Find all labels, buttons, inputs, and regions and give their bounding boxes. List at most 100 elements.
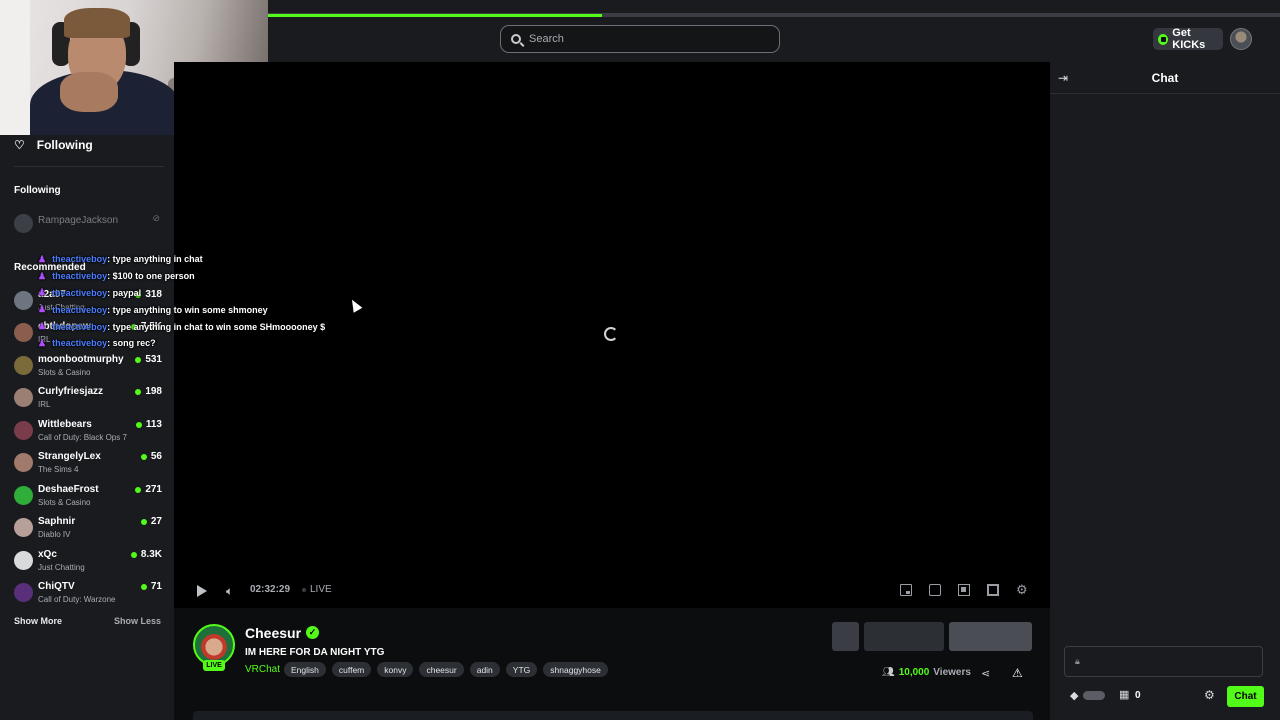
chat-username: theactiveboy bbox=[52, 254, 108, 265]
tag[interactable]: cuffem bbox=[331, 662, 372, 677]
badge-icon: ♟ bbox=[38, 270, 47, 281]
volume-icon[interactable]: 🔈︎ bbox=[226, 584, 233, 599]
avatar bbox=[14, 323, 33, 342]
fullscreen-icon[interactable] bbox=[987, 584, 999, 596]
live-badge: LIVE bbox=[203, 660, 225, 671]
get-kicks-button[interactable]: Get KICKs bbox=[1153, 27, 1223, 51]
streamer-hat bbox=[64, 8, 130, 38]
live-dot-icon bbox=[302, 587, 306, 592]
store-icon[interactable]: ▦ bbox=[1119, 688, 1129, 701]
chat-message-text: : $100 to one person bbox=[107, 271, 195, 282]
overlay-chat-message: ♟ theactiveboy: type anything to win some… bbox=[38, 301, 328, 318]
sidebar-channel[interactable]: Wittlebears Call of Duty: Black Ops 7 11… bbox=[14, 419, 162, 449]
sidebar-channel-offline[interactable]: RampageJackson ⊘ bbox=[14, 212, 162, 242]
overlay-chat-message: ♟ theactiveboy: type anything in chat bbox=[38, 251, 328, 268]
tag[interactable]: YTG bbox=[505, 662, 538, 677]
viewer-count-value: 271 bbox=[145, 484, 162, 495]
chat-message-text: : type anything to win some shmoney bbox=[107, 304, 268, 315]
emote-icon[interactable]: ◆ bbox=[1070, 689, 1078, 702]
sidebar-channel[interactable]: xQc Just Chatting 8.3K bbox=[14, 549, 162, 579]
loading-spinner-icon bbox=[604, 327, 618, 341]
store-count: 0 bbox=[1135, 690, 1141, 701]
show-more-button[interactable]: Show More bbox=[14, 616, 62, 626]
tag[interactable]: adin bbox=[469, 662, 500, 677]
viewer-count: 8.3K bbox=[130, 549, 162, 560]
avatar bbox=[14, 388, 33, 407]
following-label: Following bbox=[36, 138, 93, 152]
chat-username: theactiveboy bbox=[52, 287, 108, 298]
search-bar[interactable] bbox=[500, 25, 780, 53]
clip-icon[interactable] bbox=[929, 584, 941, 596]
lock-icon: 🔒︎ bbox=[1075, 656, 1080, 666]
streamer-name[interactable]: Cheesur bbox=[245, 625, 301, 641]
sidebar-channel[interactable]: Saphnir Diablo IV 27 bbox=[14, 516, 162, 546]
badge-icon: ♟ bbox=[38, 337, 47, 348]
live-dot-icon bbox=[135, 421, 142, 428]
viewer-count-value: 27 bbox=[150, 516, 162, 527]
share-icon[interactable]: ⋖ bbox=[981, 667, 990, 680]
following-section-label: Following bbox=[14, 185, 61, 196]
live-dot-icon bbox=[135, 486, 142, 493]
theater-icon[interactable] bbox=[958, 584, 970, 596]
viewer-stats: 👥︎ 10,000 Viewers bbox=[882, 667, 971, 678]
play-icon[interactable] bbox=[197, 585, 207, 597]
live-indicator: LIVE bbox=[302, 584, 332, 595]
chat-message-text: : paypal bbox=[107, 287, 142, 298]
sidebar-channel[interactable]: Curlyfriesjazz IRL 198 bbox=[14, 386, 162, 416]
report-icon[interactable]: ⚠︎ bbox=[1012, 666, 1023, 680]
overlay-chat-message: ♟ theactiveboy: $100 to one person bbox=[38, 268, 328, 285]
channel-category: Just Chatting bbox=[38, 563, 85, 572]
viewer-count: 71 bbox=[140, 581, 162, 592]
sidebar-divider bbox=[14, 166, 164, 167]
channel-name: StrangelyLex bbox=[38, 451, 101, 462]
show-less-button[interactable]: Show Less bbox=[114, 616, 161, 626]
channel-category: Slots & Casino bbox=[38, 368, 91, 377]
chat-input[interactable]: 🔒︎ bbox=[1064, 646, 1263, 677]
search-input[interactable] bbox=[529, 33, 759, 45]
avatar bbox=[14, 551, 33, 570]
chat-title: Chat bbox=[1151, 71, 1179, 85]
tag[interactable]: shnaggyhose bbox=[543, 662, 608, 677]
action-button[interactable] bbox=[864, 622, 944, 651]
viewer-count-value: 113 bbox=[145, 419, 162, 430]
mouse-cursor-icon bbox=[347, 297, 363, 313]
channel-name: DeshaeFrost bbox=[38, 484, 99, 495]
tag[interactable]: English bbox=[284, 662, 326, 677]
live-dot-icon bbox=[140, 453, 147, 460]
sidebar-channel[interactable]: ChiQTV Call of Duty: Warzone 71 bbox=[14, 581, 162, 611]
avatar bbox=[14, 518, 33, 537]
tag[interactable]: cheesur bbox=[419, 662, 464, 677]
verified-icon: ✓ bbox=[306, 626, 319, 639]
sidebar-following-button[interactable]: ♡ Following bbox=[14, 137, 93, 153]
gear-icon[interactable]: ⚙ bbox=[1016, 583, 1028, 596]
streamer-hand bbox=[60, 72, 118, 112]
follow-button[interactable] bbox=[949, 622, 1032, 651]
avatar bbox=[14, 453, 33, 472]
chat-send-button[interactable]: Chat bbox=[1227, 686, 1264, 707]
viewer-count: 271 bbox=[135, 484, 162, 495]
channel-category: The Sims 4 bbox=[38, 465, 79, 474]
profile-avatar[interactable] bbox=[1230, 28, 1252, 50]
sidebar-channel[interactable]: moonbootmurphy Slots & Casino 531 bbox=[14, 354, 162, 384]
sidebar: ♡ Following Following RampageJackson ⊘ R… bbox=[0, 135, 174, 720]
badge-icon: ♟ bbox=[38, 287, 47, 298]
viewer-count: 531 bbox=[135, 354, 162, 365]
avatar bbox=[14, 421, 33, 440]
toggle-switch[interactable] bbox=[1083, 691, 1105, 700]
sidebar-channel[interactable]: StrangelyLex The Sims 4 56 bbox=[14, 451, 162, 481]
action-button[interactable] bbox=[832, 622, 859, 651]
viewer-count: 56 bbox=[140, 451, 162, 462]
pip-icon[interactable] bbox=[900, 584, 912, 596]
tag[interactable]: konvy bbox=[377, 662, 414, 677]
chat-username: theactiveboy bbox=[52, 271, 108, 282]
badge-icon: ♟ bbox=[38, 304, 47, 315]
gear-icon[interactable]: ⚙ bbox=[1204, 688, 1215, 702]
stream-category-link[interactable]: VRChat bbox=[245, 664, 280, 675]
avatar bbox=[14, 291, 33, 310]
avatar bbox=[14, 356, 33, 375]
chat-username: theactiveboy bbox=[52, 338, 108, 349]
overlay-chat-message: ♟ theactiveboy: paypal bbox=[38, 285, 328, 302]
sidebar-channel[interactable]: DeshaeFrost Slots & Casino 271 bbox=[14, 484, 162, 514]
live-dot-icon bbox=[140, 518, 147, 525]
search-icon bbox=[511, 34, 521, 44]
